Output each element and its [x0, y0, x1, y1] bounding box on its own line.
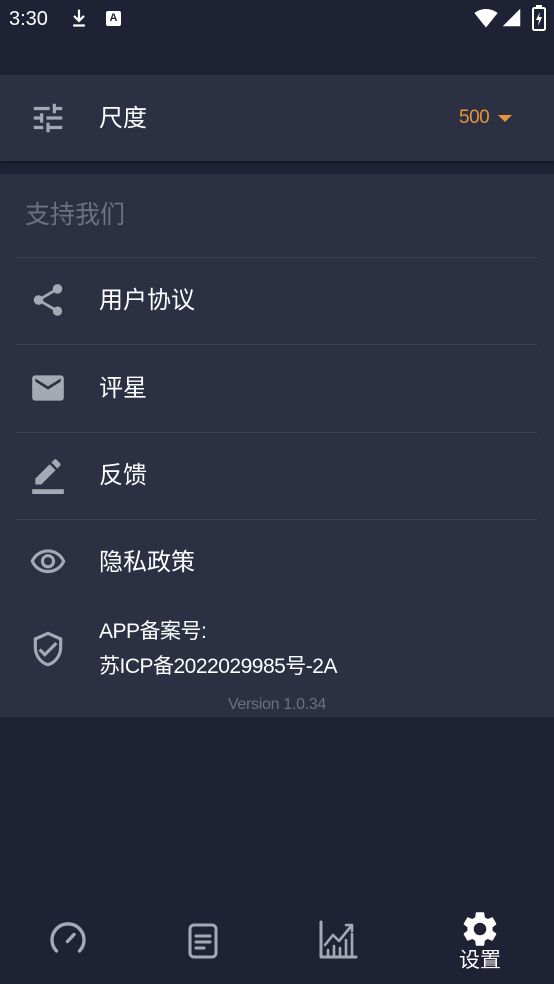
gear-icon — [463, 912, 497, 946]
nav-label-settings: 设置 — [459, 948, 501, 972]
divider — [16, 432, 538, 433]
privacy-policy-row[interactable]: 隐私政策 — [0, 519, 554, 606]
app-notification-icon: A — [106, 11, 121, 26]
scale-label: 尺度 — [99, 104, 147, 132]
filing-title: APP备案号: — [99, 620, 207, 643]
row-label: 用户协议 — [99, 286, 195, 314]
download-icon — [73, 9, 85, 27]
row-label: 隐私政策 — [99, 548, 195, 576]
filing-info: APP备案号: 苏ICP备2022029985号-2A — [0, 606, 554, 686]
user-agreement-row[interactable]: 用户协议 — [0, 257, 554, 344]
row-label: 评星 — [99, 374, 147, 402]
document-icon — [188, 923, 218, 959]
support-card: 支持我们 用户协议 评星 反馈 隐私政策 APP备案号: 苏ICP备202202… — [0, 174, 554, 717]
feedback-row[interactable]: 反馈 — [0, 432, 554, 519]
edit-icon — [32, 459, 64, 494]
shield-check-icon — [33, 631, 63, 667]
divider — [16, 519, 538, 520]
share-icon — [33, 284, 63, 316]
bottom-nav: 设置 — [0, 900, 554, 984]
row-label: 反馈 — [99, 461, 147, 489]
caret-down-icon[interactable] — [498, 115, 512, 122]
cellular-signal-icon — [502, 8, 521, 27]
section-title: 支持我们 — [25, 200, 126, 229]
divider — [16, 257, 538, 258]
battery-charging-icon — [532, 5, 546, 31]
scale-setting-card[interactable]: 尺度 500 — [0, 75, 554, 161]
mail-icon — [32, 375, 64, 401]
speedometer-icon — [50, 922, 86, 953]
nav-item-settings[interactable]: 设置 — [430, 900, 530, 984]
wifi-icon — [474, 9, 498, 28]
version-text: Version 1.0.34 — [227, 696, 327, 713]
status-bar: 3:30 A — [0, 0, 554, 38]
rate-row[interactable]: 评星 — [0, 344, 554, 432]
divider — [16, 344, 538, 345]
eye-icon — [30, 549, 66, 574]
nav-item-records[interactable] — [153, 900, 253, 984]
chart-icon — [319, 920, 358, 959]
nav-item-speed[interactable] — [18, 900, 118, 984]
status-time: 3:30 — [9, 8, 48, 30]
tune-icon — [33, 103, 63, 133]
scale-value-dropdown[interactable]: 500 — [459, 107, 490, 129]
nav-item-stats[interactable] — [288, 900, 388, 984]
filing-number: 苏ICP备2022029985号-2A — [99, 655, 337, 678]
